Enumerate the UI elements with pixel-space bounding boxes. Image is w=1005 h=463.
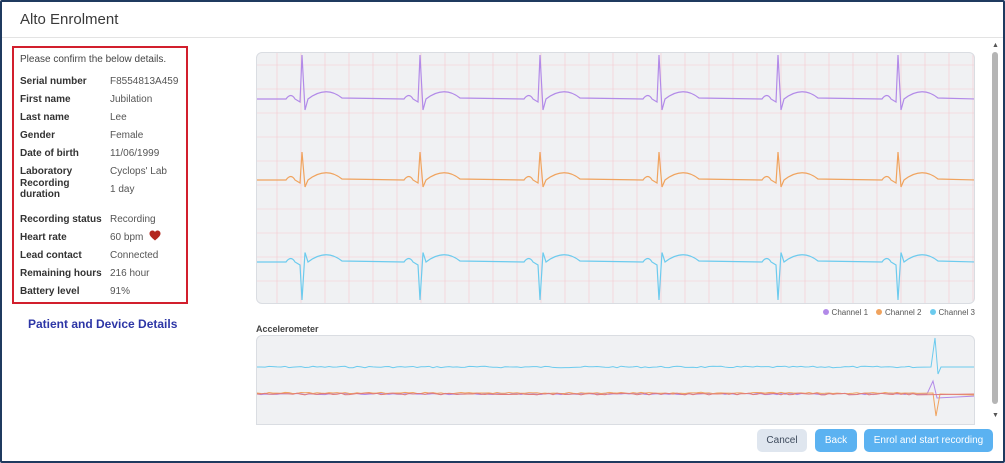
patient-device-caption: Patient and Device Details — [28, 317, 178, 331]
detail-value: Connected — [110, 249, 159, 261]
legend-item-channel-1: Channel 1 — [822, 306, 869, 318]
detail-value: Recording — [110, 213, 156, 225]
ecg-plot — [257, 53, 974, 303]
accel-trace-3 — [257, 391, 974, 417]
detail-row-date-of-birth: Date of birth 11/06/1999 — [20, 144, 180, 162]
detail-label: Recording status — [20, 213, 102, 225]
detail-label: Serial number — [20, 75, 87, 87]
accelerometer-plot — [257, 337, 974, 417]
legend-label: Channel 2 — [885, 307, 922, 317]
detail-value: 1 day — [110, 183, 135, 195]
scrollbar-thumb[interactable] — [992, 52, 998, 404]
details-intro: Please confirm the below details. — [20, 54, 167, 65]
detail-row-recording-duration: Recording duration 1 day — [20, 178, 180, 200]
heart-icon — [149, 230, 161, 244]
ecg-chart — [256, 52, 975, 304]
accel-trace-1 — [257, 337, 974, 375]
patient-details-panel: Please confirm the below details. Serial… — [12, 46, 188, 304]
detail-value: 11/06/1999 — [110, 147, 160, 159]
detail-row-gender: Gender Female — [20, 126, 180, 144]
enrol-and-start-recording-button[interactable]: Enrol and start recording — [864, 429, 993, 452]
legend-label: Channel 1 — [831, 307, 869, 317]
detail-label: Battery level — [20, 285, 80, 297]
detail-row-remaining-hours: Remaining hours 216 hour — [20, 264, 180, 282]
detail-row-heart-rate: Heart rate 60 bpm — [20, 228, 180, 246]
detail-value: Jubilation — [110, 93, 153, 105]
detail-label: Remaining hours — [20, 267, 102, 279]
back-button[interactable]: Back — [815, 429, 857, 452]
detail-label: Lead contact — [20, 249, 82, 261]
detail-row-serial-number: Serial number F8554813A459 — [20, 72, 180, 90]
heart-rate-value: 60 bpm — [110, 231, 144, 243]
detail-label: Gender — [20, 129, 56, 141]
scrollbar[interactable]: ▲ ▼ — [990, 42, 1000, 422]
detail-label: Heart rate — [20, 231, 67, 243]
accel-trace-4 — [257, 379, 974, 399]
cancel-button[interactable]: Cancel — [757, 429, 807, 452]
detail-row-last-name: Last name Lee — [20, 108, 180, 126]
detail-label: First name — [20, 93, 71, 105]
detail-label: Last name — [20, 111, 70, 123]
detail-label: Recording duration — [20, 178, 70, 200]
detail-label: Laboratory — [20, 165, 73, 177]
legend-dot-icon — [876, 309, 883, 315]
accelerometer-label: Accelerometer — [256, 324, 319, 334]
detail-value: Lee — [110, 111, 127, 123]
accelerometer-chart — [256, 335, 975, 425]
legend-item-channel-2: Channel 2 — [876, 306, 922, 318]
detail-row-recording-status: Recording status Recording — [20, 210, 180, 228]
triangle-up-icon[interactable]: ▲ — [992, 42, 999, 49]
detail-value: 216 hour — [110, 267, 150, 279]
ecg-trace-channel-3 — [257, 252, 974, 301]
detail-label: Date of birth — [20, 147, 79, 159]
detail-value: Female — [110, 129, 144, 141]
detail-row-first-name: First name Jubilation — [20, 90, 180, 108]
detail-value: Cyclops' Lab — [110, 165, 167, 177]
legend-label: Channel 3 — [938, 307, 975, 317]
legend-dot-icon — [929, 309, 936, 315]
dialog-titlebar: Alto Enrolment — [2, 2, 1003, 38]
detail-value: F8554813A459 — [110, 75, 179, 87]
legend-dot-icon — [822, 309, 829, 315]
detail-row-lead-contact: Lead contact Connected — [20, 246, 180, 264]
legend-item-channel-3: Channel 3 — [929, 306, 975, 318]
detail-row-battery-level: Battery level 91% — [20, 282, 180, 300]
ecg-legend: Channel 1 Channel 2 Channel 3 — [700, 306, 975, 318]
ecg-trace-channel-2 — [257, 151, 974, 188]
detail-value: 91% — [110, 285, 131, 297]
dialog-title: Alto Enrolment — [20, 11, 119, 28]
ecg-trace-channel-1 — [257, 54, 974, 111]
triangle-down-icon[interactable]: ▼ — [992, 412, 999, 419]
